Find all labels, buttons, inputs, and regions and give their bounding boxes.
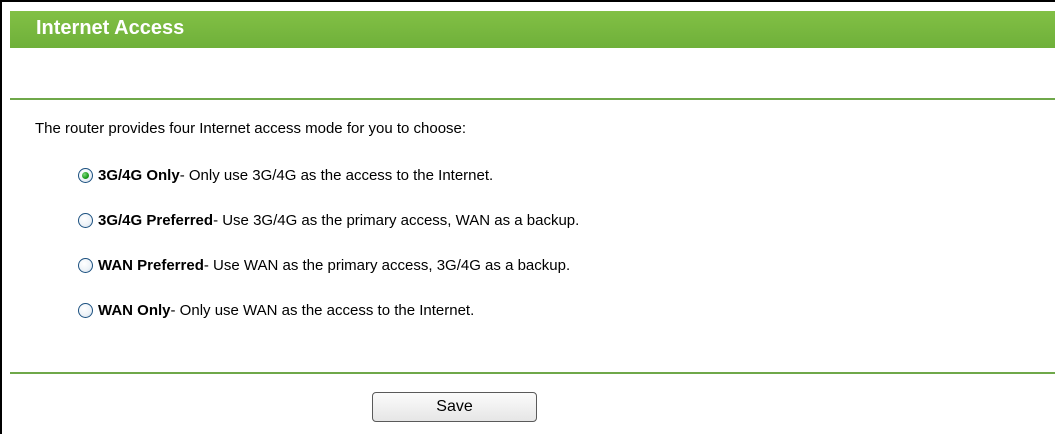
option-name: WAN Preferred (98, 256, 204, 274)
radio-button[interactable] (78, 167, 93, 183)
option-wan-only[interactable]: WAN Only - Only use WAN as the access to… (78, 299, 474, 321)
radio-button[interactable] (78, 302, 93, 318)
option-3g4g-preferred[interactable]: 3G/4G Preferred - Use 3G/4G as the prima… (78, 209, 579, 231)
bottom-divider (10, 372, 1055, 374)
option-description: - Only use 3G/4G as the access to the In… (179, 166, 494, 184)
option-description: - Only use WAN as the access to the Inte… (170, 301, 475, 319)
option-3g4g-only[interactable]: 3G/4G Only - Only use 3G/4G as the acces… (78, 164, 493, 186)
section-header: Internet Access (10, 11, 1055, 48)
radio-button[interactable] (78, 212, 93, 228)
top-divider (10, 98, 1055, 100)
radio-selected-dot (82, 171, 89, 179)
page-title: Internet Access (36, 17, 185, 39)
intro-text: The router provides four Internet access… (35, 120, 467, 137)
option-name: 3G/4G Preferred (98, 211, 214, 229)
radio-button[interactable] (78, 257, 93, 273)
option-name: 3G/4G Only (98, 166, 180, 184)
option-wan-preferred[interactable]: WAN Preferred - Use WAN as the primary a… (78, 254, 570, 276)
save-button[interactable]: Save (372, 392, 537, 422)
option-name: WAN Only (98, 301, 171, 319)
option-description: - Use 3G/4G as the primary access, WAN a… (213, 211, 580, 229)
option-description: - Use WAN as the primary access, 3G/4G a… (203, 256, 571, 274)
